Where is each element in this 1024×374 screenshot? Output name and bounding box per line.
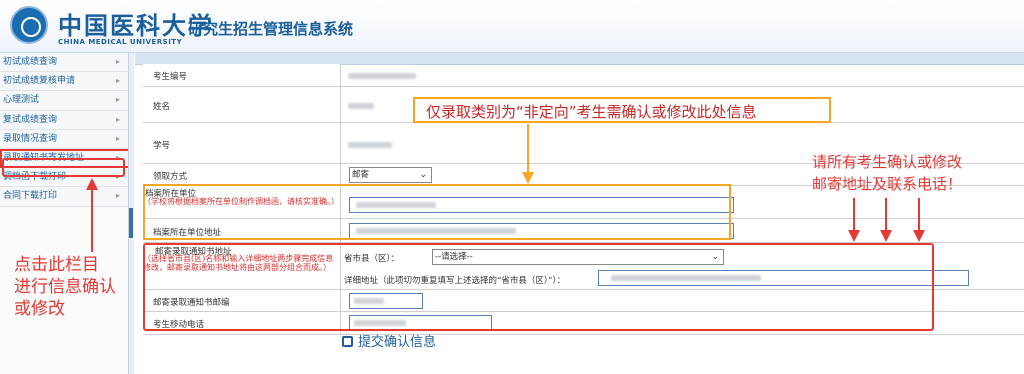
annotation-arrows — [86, 124, 925, 252]
